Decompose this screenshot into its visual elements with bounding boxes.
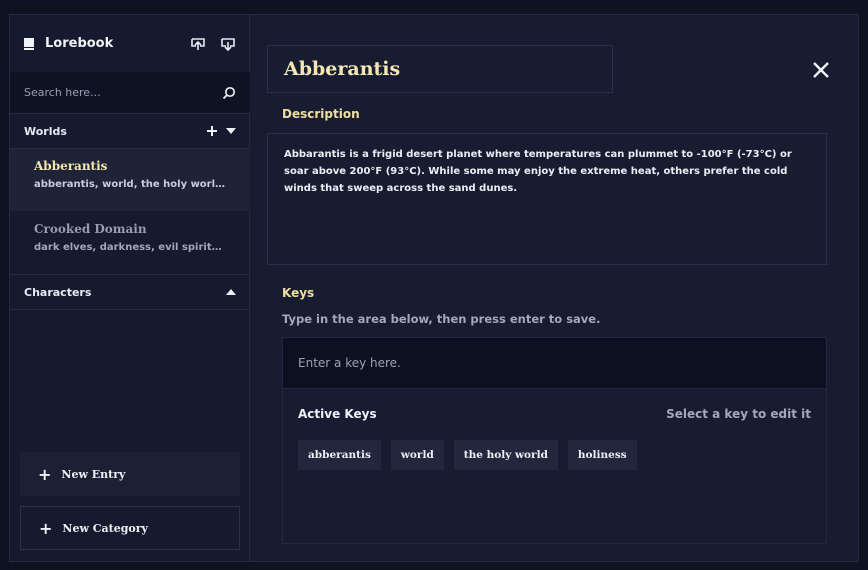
entry-abberantis[interactable]: Abberantis abberantis, world, the holy w…	[10, 149, 250, 211]
section-title-worlds: Worlds	[24, 124, 67, 138]
section-characters[interactable]: Characters	[10, 274, 250, 310]
search-input[interactable]	[24, 86, 222, 99]
key-chip[interactable]: abberantis	[298, 440, 381, 470]
sidebar-header: Lorebook	[10, 15, 250, 72]
key-input[interactable]	[298, 356, 811, 370]
section-worlds[interactable]: Worlds	[10, 113, 250, 149]
section-title-characters: Characters	[24, 285, 92, 299]
plus-icon: +	[38, 464, 52, 484]
entry-title: Crooked Domain	[34, 222, 147, 236]
search-icon[interactable]	[222, 86, 236, 100]
entry-keys: abberantis, world, the holy world, holin…	[34, 179, 226, 190]
keys-label: Keys	[282, 286, 315, 300]
description-textarea[interactable]: Abbarantis is a frigid desert planet whe…	[267, 133, 827, 265]
active-keys-hint: Select a key to edit it	[666, 407, 811, 421]
book-icon	[24, 37, 34, 50]
plus-icon: +	[39, 518, 53, 538]
key-chip[interactable]: holiness	[567, 440, 637, 470]
new-category-button[interactable]: + New Category	[20, 506, 240, 550]
chevron-down-icon[interactable]	[226, 127, 236, 135]
entry-title: Abberantis	[34, 159, 108, 173]
active-keys-title: Active Keys	[298, 407, 377, 421]
new-entry-label: New Entry	[61, 467, 126, 481]
active-keys-panel: Active Keys Select a key to edit it abbe…	[282, 389, 827, 544]
entry-editor: Abberantis Description Abbarantis is a f…	[250, 15, 858, 561]
search-bar	[10, 72, 250, 113]
upload-icon[interactable]	[190, 36, 206, 52]
sidebar: Lorebook Worlds	[10, 15, 250, 561]
active-keys-list: abberantis world the holy world holiness	[298, 440, 637, 470]
chevron-up-icon[interactable]	[226, 288, 236, 296]
keys-hint: Type in the area below, then press enter…	[282, 312, 601, 326]
sidebar-title: Lorebook	[45, 36, 114, 51]
description-label: Description	[282, 107, 360, 121]
entry-crooked-domain[interactable]: Crooked Domain dark elves, darkness, evi…	[10, 212, 250, 274]
key-input-container	[282, 337, 827, 389]
new-entry-button[interactable]: + New Entry	[20, 452, 240, 496]
key-chip[interactable]: world	[390, 440, 444, 470]
entry-title-text: Abberantis	[284, 58, 401, 80]
entry-title-field[interactable]: Abberantis	[267, 45, 613, 93]
lorebook-window: Lorebook Worlds	[9, 14, 859, 562]
entry-keys: dark elves, darkness, evil spirits, cata…	[34, 242, 226, 253]
new-category-label: New Category	[62, 521, 148, 535]
close-icon[interactable]	[810, 59, 832, 81]
download-icon[interactable]	[220, 36, 236, 52]
key-chip[interactable]: the holy world	[453, 440, 558, 470]
plus-icon[interactable]	[206, 125, 218, 137]
